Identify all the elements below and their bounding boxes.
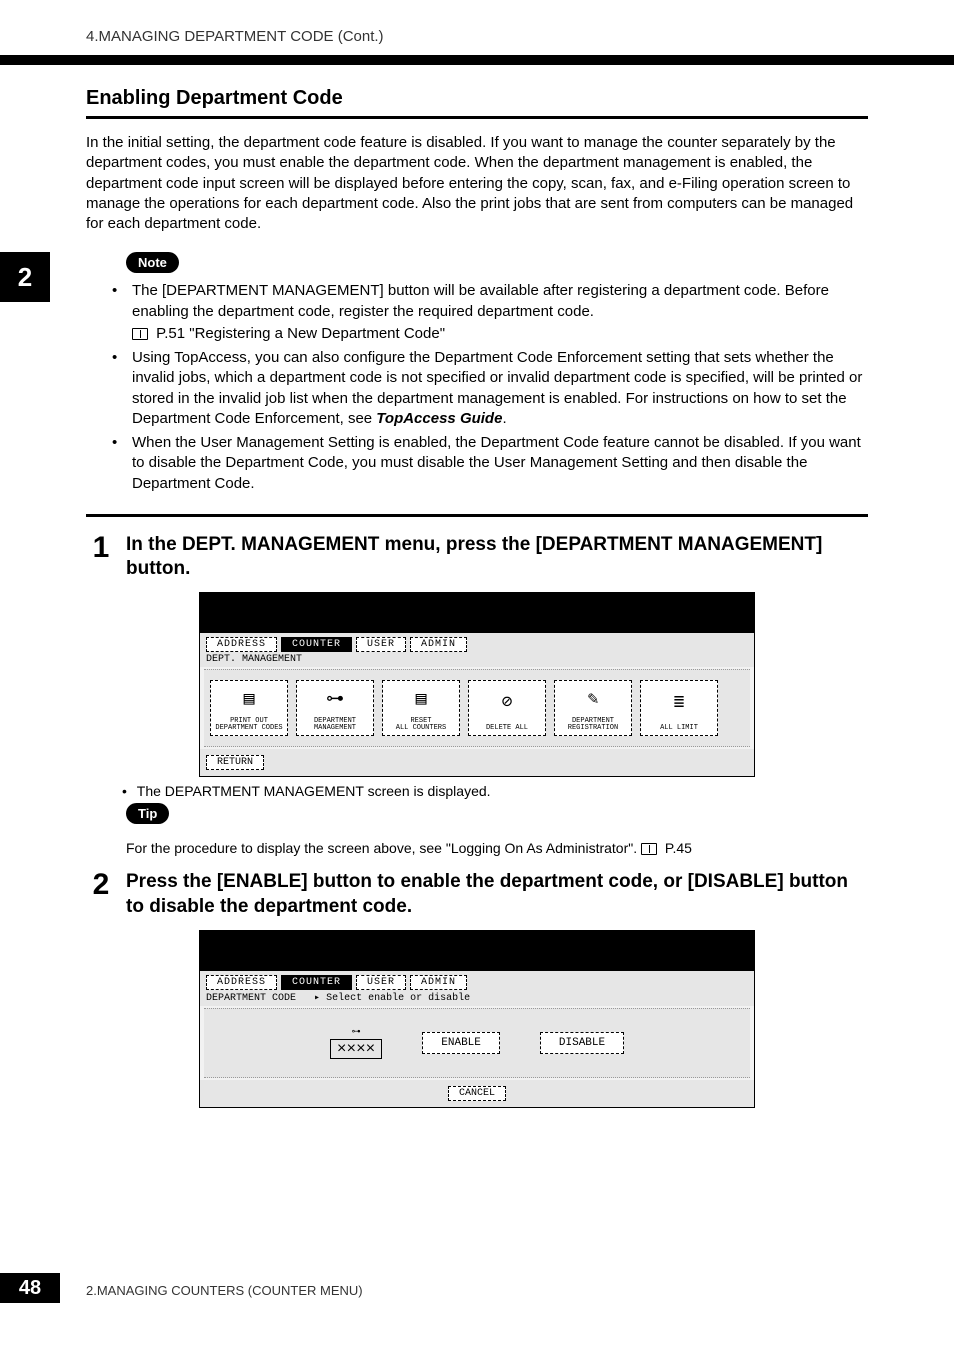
section-rule — [86, 514, 868, 517]
department-registration-button[interactable]: ✎DEPARTMENTREGISTRATION — [554, 680, 632, 736]
reset-all-counters-button[interactable]: ▤RESETALL COUNTERS — [382, 680, 460, 736]
note-item: Using TopAccess, you can also configure … — [102, 348, 868, 429]
breadcrumb: 4.MANAGING DEPARTMENT CODE (Cont.) — [0, 0, 954, 45]
all-limit-button[interactable]: ≣ALL LIMIT — [640, 680, 718, 736]
screen-subtitle: DEPARTMENT CODE Select enable or disable — [200, 990, 754, 1006]
xref: P.51 "Registering a New Department Code" — [132, 324, 868, 344]
cancel-button[interactable]: CANCEL — [448, 1086, 506, 1101]
screenshot-header — [200, 593, 754, 633]
delete-all-button[interactable]: ⊘DELETE ALL — [468, 680, 546, 736]
xref-text: P.45 — [665, 840, 692, 856]
tab-admin[interactable]: ADMIN — [410, 975, 467, 990]
list-icon: ▤ — [244, 683, 255, 718]
form-icon: ✎ — [588, 683, 599, 718]
stack-icon: ▤ — [416, 683, 427, 718]
note-list: The [DEPARTMENT MANAGEMENT] button will … — [86, 281, 868, 494]
print-out-codes-button[interactable]: ▤PRINT OUTDEPARTMENT CODES — [210, 680, 288, 736]
enable-disable-row: ⊶ ×××× ENABLE DISABLE — [204, 1008, 750, 1078]
code-placeholder: ×××× — [330, 1039, 382, 1059]
note-text: The [DEPARTMENT MANAGEMENT] button will … — [132, 282, 829, 319]
tab-address[interactable]: ADDRESS — [206, 975, 277, 990]
code-icon-block: ⊶ ×××× — [330, 1027, 382, 1059]
guide-ref: TopAccess Guide — [376, 410, 502, 427]
return-button[interactable]: RETURN — [206, 755, 264, 770]
key-icon: ⊶ — [352, 1027, 361, 1037]
section-title: Enabling Department Code — [86, 87, 868, 110]
note-item: When the User Management Setting is enab… — [102, 433, 868, 494]
enable-button[interactable]: ENABLE — [422, 1032, 500, 1054]
tab-user[interactable]: USER — [356, 637, 406, 652]
tab-user[interactable]: USER — [356, 975, 406, 990]
department-management-button[interactable]: ⊶DEPARTMENTMANAGEMENT — [296, 680, 374, 736]
book-icon — [641, 843, 657, 855]
header-bar — [0, 55, 954, 65]
tab-row: ADDRESS COUNTER USER ADMIN — [200, 633, 754, 652]
step-instruction: Press the [ENABLE] button to enable the … — [126, 870, 868, 919]
step-number: 2 — [86, 870, 116, 900]
tab-counter[interactable]: COUNTER — [281, 975, 352, 990]
disable-button[interactable]: DISABLE — [540, 1032, 624, 1054]
page-number: 48 — [0, 1273, 60, 1303]
chapter-tab: 2 — [0, 252, 50, 302]
step-result: The DEPARTMENT MANAGEMENT screen is disp… — [86, 783, 868, 799]
book-icon — [132, 328, 148, 340]
note-item: The [DEPARTMENT MANAGEMENT] button will … — [102, 281, 868, 344]
note-text: . — [502, 410, 506, 427]
screen-subtitle: DEPT. MANAGEMENT — [200, 652, 754, 667]
note-badge: Note — [126, 252, 179, 273]
limit-icon: ≣ — [674, 683, 685, 725]
bottom-button-row: CANCEL — [200, 1080, 754, 1107]
key-icon: ⊶ — [326, 683, 344, 718]
title-rule — [86, 116, 868, 119]
tab-address[interactable]: ADDRESS — [206, 637, 277, 652]
bottom-button-row: RETURN — [200, 749, 754, 776]
ui-screenshot-1: ADDRESS COUNTER USER ADMIN DEPT. MANAGEM… — [199, 592, 755, 777]
intro-paragraph: In the initial setting, the department c… — [86, 133, 868, 234]
footer-text: 2.MANAGING COUNTERS (COUNTER MENU) — [86, 1283, 363, 1298]
step-number: 1 — [86, 533, 116, 563]
xref-text: P.51 "Registering a New Department Code" — [156, 325, 445, 342]
screenshot-header — [200, 931, 754, 971]
tab-row: ADDRESS COUNTER USER ADMIN — [200, 971, 754, 990]
ui-screenshot-2: ADDRESS COUNTER USER ADMIN DEPARTMENT CO… — [199, 930, 755, 1108]
tab-admin[interactable]: ADMIN — [410, 637, 467, 652]
tip-text: For the procedure to display the screen … — [86, 840, 868, 856]
tab-counter[interactable]: COUNTER — [281, 637, 352, 652]
step: 1 In the DEPT. MANAGEMENT menu, press th… — [86, 533, 868, 582]
subtitle-hint: Select enable or disable — [314, 993, 470, 1004]
step-instruction: In the DEPT. MANAGEMENT menu, press the … — [126, 533, 868, 582]
trash-icon: ⊘ — [502, 683, 513, 725]
button-grid: ▤PRINT OUTDEPARTMENT CODES ⊶DEPARTMENTMA… — [204, 669, 750, 747]
step: 2 Press the [ENABLE] button to enable th… — [86, 870, 868, 919]
tip-badge: Tip — [126, 803, 169, 824]
